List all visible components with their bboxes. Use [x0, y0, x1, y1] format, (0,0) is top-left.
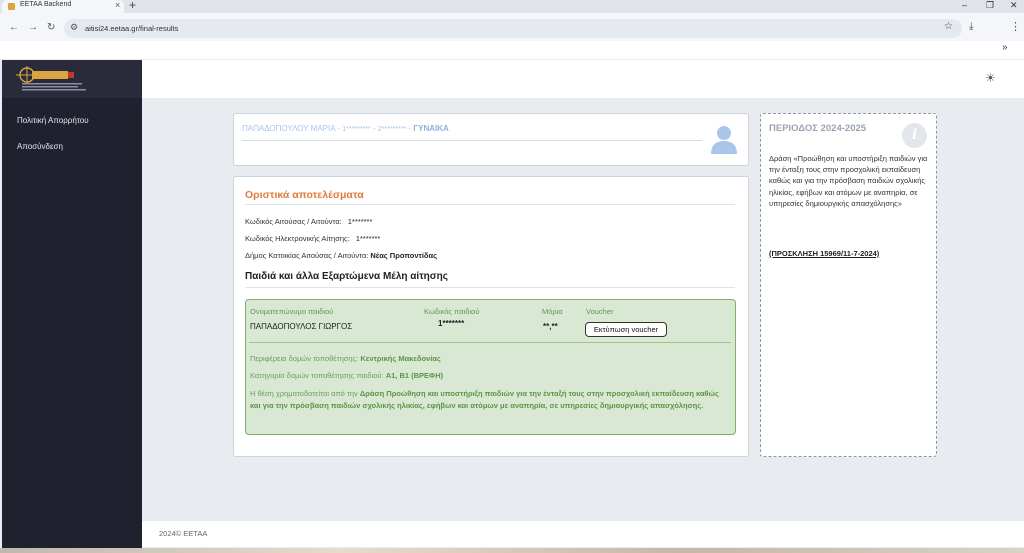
- child-points: **,**: [543, 322, 558, 331]
- sidebar-item-logout[interactable]: Αποσύνδεση: [17, 142, 63, 151]
- row-value: 1*******: [347, 217, 373, 226]
- row-label: Κωδικός Αιτούσας / Αιτούντα:: [245, 217, 342, 226]
- placement-region: Περιφέρεια δομών τοποθέτησης: Κεντρικής …: [250, 354, 441, 363]
- row-value: Νέας Προποντίδας: [370, 251, 437, 260]
- user-info-line: ΠΑΠΑΔΟΠΟΥΛΟΥ ΜΑΡΙΑ - 1********* - 2*****…: [242, 124, 449, 133]
- favicon-icon: [8, 3, 15, 10]
- download-icon[interactable]: ⤓: [969, 21, 973, 32]
- info-description: Δράση «Προώθηση και υποστήριξη παιδιών γ…: [769, 154, 928, 208]
- child-name-header: Ονοματεπώνυμο παιδιού: [250, 307, 334, 316]
- funding-description: Η θέση χρηματοδοτείται από την Δράση Προ…: [250, 388, 728, 412]
- url-text[interactable]: aitisi24.eetaa.gr/final-results: [85, 24, 178, 33]
- applicant-code-row: Κωδικός Αιτούσας / Αιτούντα: 1*******: [245, 217, 372, 226]
- bookmarks-overflow-icon[interactable]: »: [1002, 42, 1008, 53]
- region-value: Κεντρικής Μακεδονίας: [360, 354, 441, 363]
- user-avatar-icon: [711, 126, 737, 154]
- close-window-button[interactable]: ✕: [1010, 0, 1018, 11]
- funding-prefix: Η θέση χρηματοδοτείται από την: [250, 389, 358, 398]
- omnibox[interactable]: [64, 19, 962, 38]
- star-icon[interactable]: ☆: [944, 21, 953, 32]
- child-record: [245, 299, 736, 435]
- divider: [249, 342, 731, 343]
- site-info-icon[interactable]: ⚙: [70, 22, 78, 33]
- child-name: ΠΑΠΑΔΟΠΟΥΛΟΣ ΓΙΩΡΓΟΣ: [250, 322, 353, 331]
- top-bar: [142, 60, 1024, 98]
- row-value: 1*******: [355, 234, 381, 243]
- category-label: Κατηγορία δομών τοποθέτησης παιδιού:: [250, 371, 384, 380]
- region-label: Περιφέρεια δομών τοποθέτησης:: [250, 354, 359, 363]
- points-header: Μόρια: [542, 307, 563, 316]
- info-link[interactable]: (ΠΡΟΣΚΛΗΣΗ 15969/11-7-2024): [769, 249, 879, 258]
- divider: [245, 287, 735, 288]
- sidebar: [2, 60, 142, 553]
- row-label: Δήμος Κατοικίας Αιτούσας / Αιτούντα:: [245, 251, 369, 260]
- tab-close-icon[interactable]: ×: [115, 0, 120, 10]
- info-icon: i: [902, 123, 927, 148]
- taskbar-strip: [0, 548, 1024, 553]
- children-section-title: Παιδιά και άλλα Εξαρτώμενα Μέλη αίτησης: [245, 271, 448, 282]
- back-button[interactable]: ←: [9, 22, 19, 33]
- browser-tabbar: [0, 0, 1024, 13]
- application-code-row: Κωδικός Ηλεκτρονικής Αίτησης: 1*******: [245, 234, 380, 243]
- sun-icon[interactable]: ☀: [985, 71, 996, 85]
- category-value: Α1, Β1 (ΒΡΕΦΗ): [385, 371, 444, 380]
- footer: [142, 521, 1024, 547]
- browser-tab[interactable]: EETAA Backend ×: [2, 0, 124, 13]
- forward-button[interactable]: →: [28, 22, 38, 33]
- reload-button[interactable]: ↻: [47, 22, 55, 33]
- footer-copyright: 2024© ΕΕΤΑΑ: [159, 529, 208, 538]
- bookmarks-bar: [0, 41, 1024, 59]
- restore-button[interactable]: ❐: [986, 0, 994, 11]
- sidebar-item-privacy-policy[interactable]: Πολιτική Απορρήτου: [17, 116, 89, 125]
- new-tab-button[interactable]: +: [129, 0, 136, 12]
- divider: [245, 204, 735, 205]
- print-voucher-button[interactable]: Εκτύπωση voucher: [585, 322, 667, 337]
- divider: [242, 140, 702, 141]
- placement-category: Κατηγορία δομών τοποθέτησης παιδιού: Α1,…: [250, 371, 443, 380]
- results-title: Οριστικά αποτελέσματα: [245, 189, 364, 201]
- user-name: ΠΑΠΑΔΟΠΟΥΛΟΥ ΜΑΡΙΑ: [242, 124, 336, 133]
- municipality-row: Δήμος Κατοικίας Αιτούσας / Αιτούντα: Νέας…: [245, 251, 437, 260]
- user-id-1: 1*********: [342, 126, 371, 133]
- eetaa-logo[interactable]: [14, 66, 90, 92]
- user-gender: ΓΥΝΑΙΚΑ: [413, 124, 449, 133]
- tab-title: EETAA Backend: [20, 1, 72, 8]
- child-code-header: Κωδικός παιδιού: [424, 307, 480, 316]
- info-title: ΠΕΡΙΟΔΟΣ 2024-2025: [769, 123, 867, 134]
- user-sep-2: -: [370, 124, 378, 133]
- child-code: 1*******: [438, 319, 465, 328]
- voucher-header: Voucher: [586, 307, 614, 316]
- menu-dots-icon[interactable]: ⋮: [1010, 20, 1021, 33]
- row-label: Κωδικός Ηλεκτρονικής Αίτησης:: [245, 234, 350, 243]
- user-id-2: 2*********: [377, 126, 407, 133]
- minimize-button[interactable]: –: [962, 0, 967, 10]
